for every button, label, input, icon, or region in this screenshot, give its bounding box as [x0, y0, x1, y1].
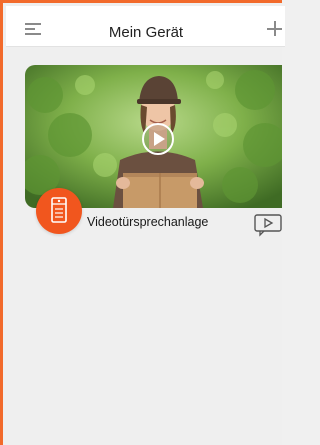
play-icon[interactable] — [141, 122, 175, 156]
page-title: Mein Gerät — [108, 24, 184, 41]
hamburger-menu-icon[interactable] — [25, 23, 41, 35]
video-playback-icon[interactable] — [254, 213, 282, 237]
top-bar: Mein Gerät — [6, 6, 285, 47]
device-name[interactable]: Videotürsprechanlage — [87, 215, 208, 229]
add-device-icon[interactable] — [267, 20, 285, 38]
door-intercom-icon[interactable] — [36, 188, 82, 234]
